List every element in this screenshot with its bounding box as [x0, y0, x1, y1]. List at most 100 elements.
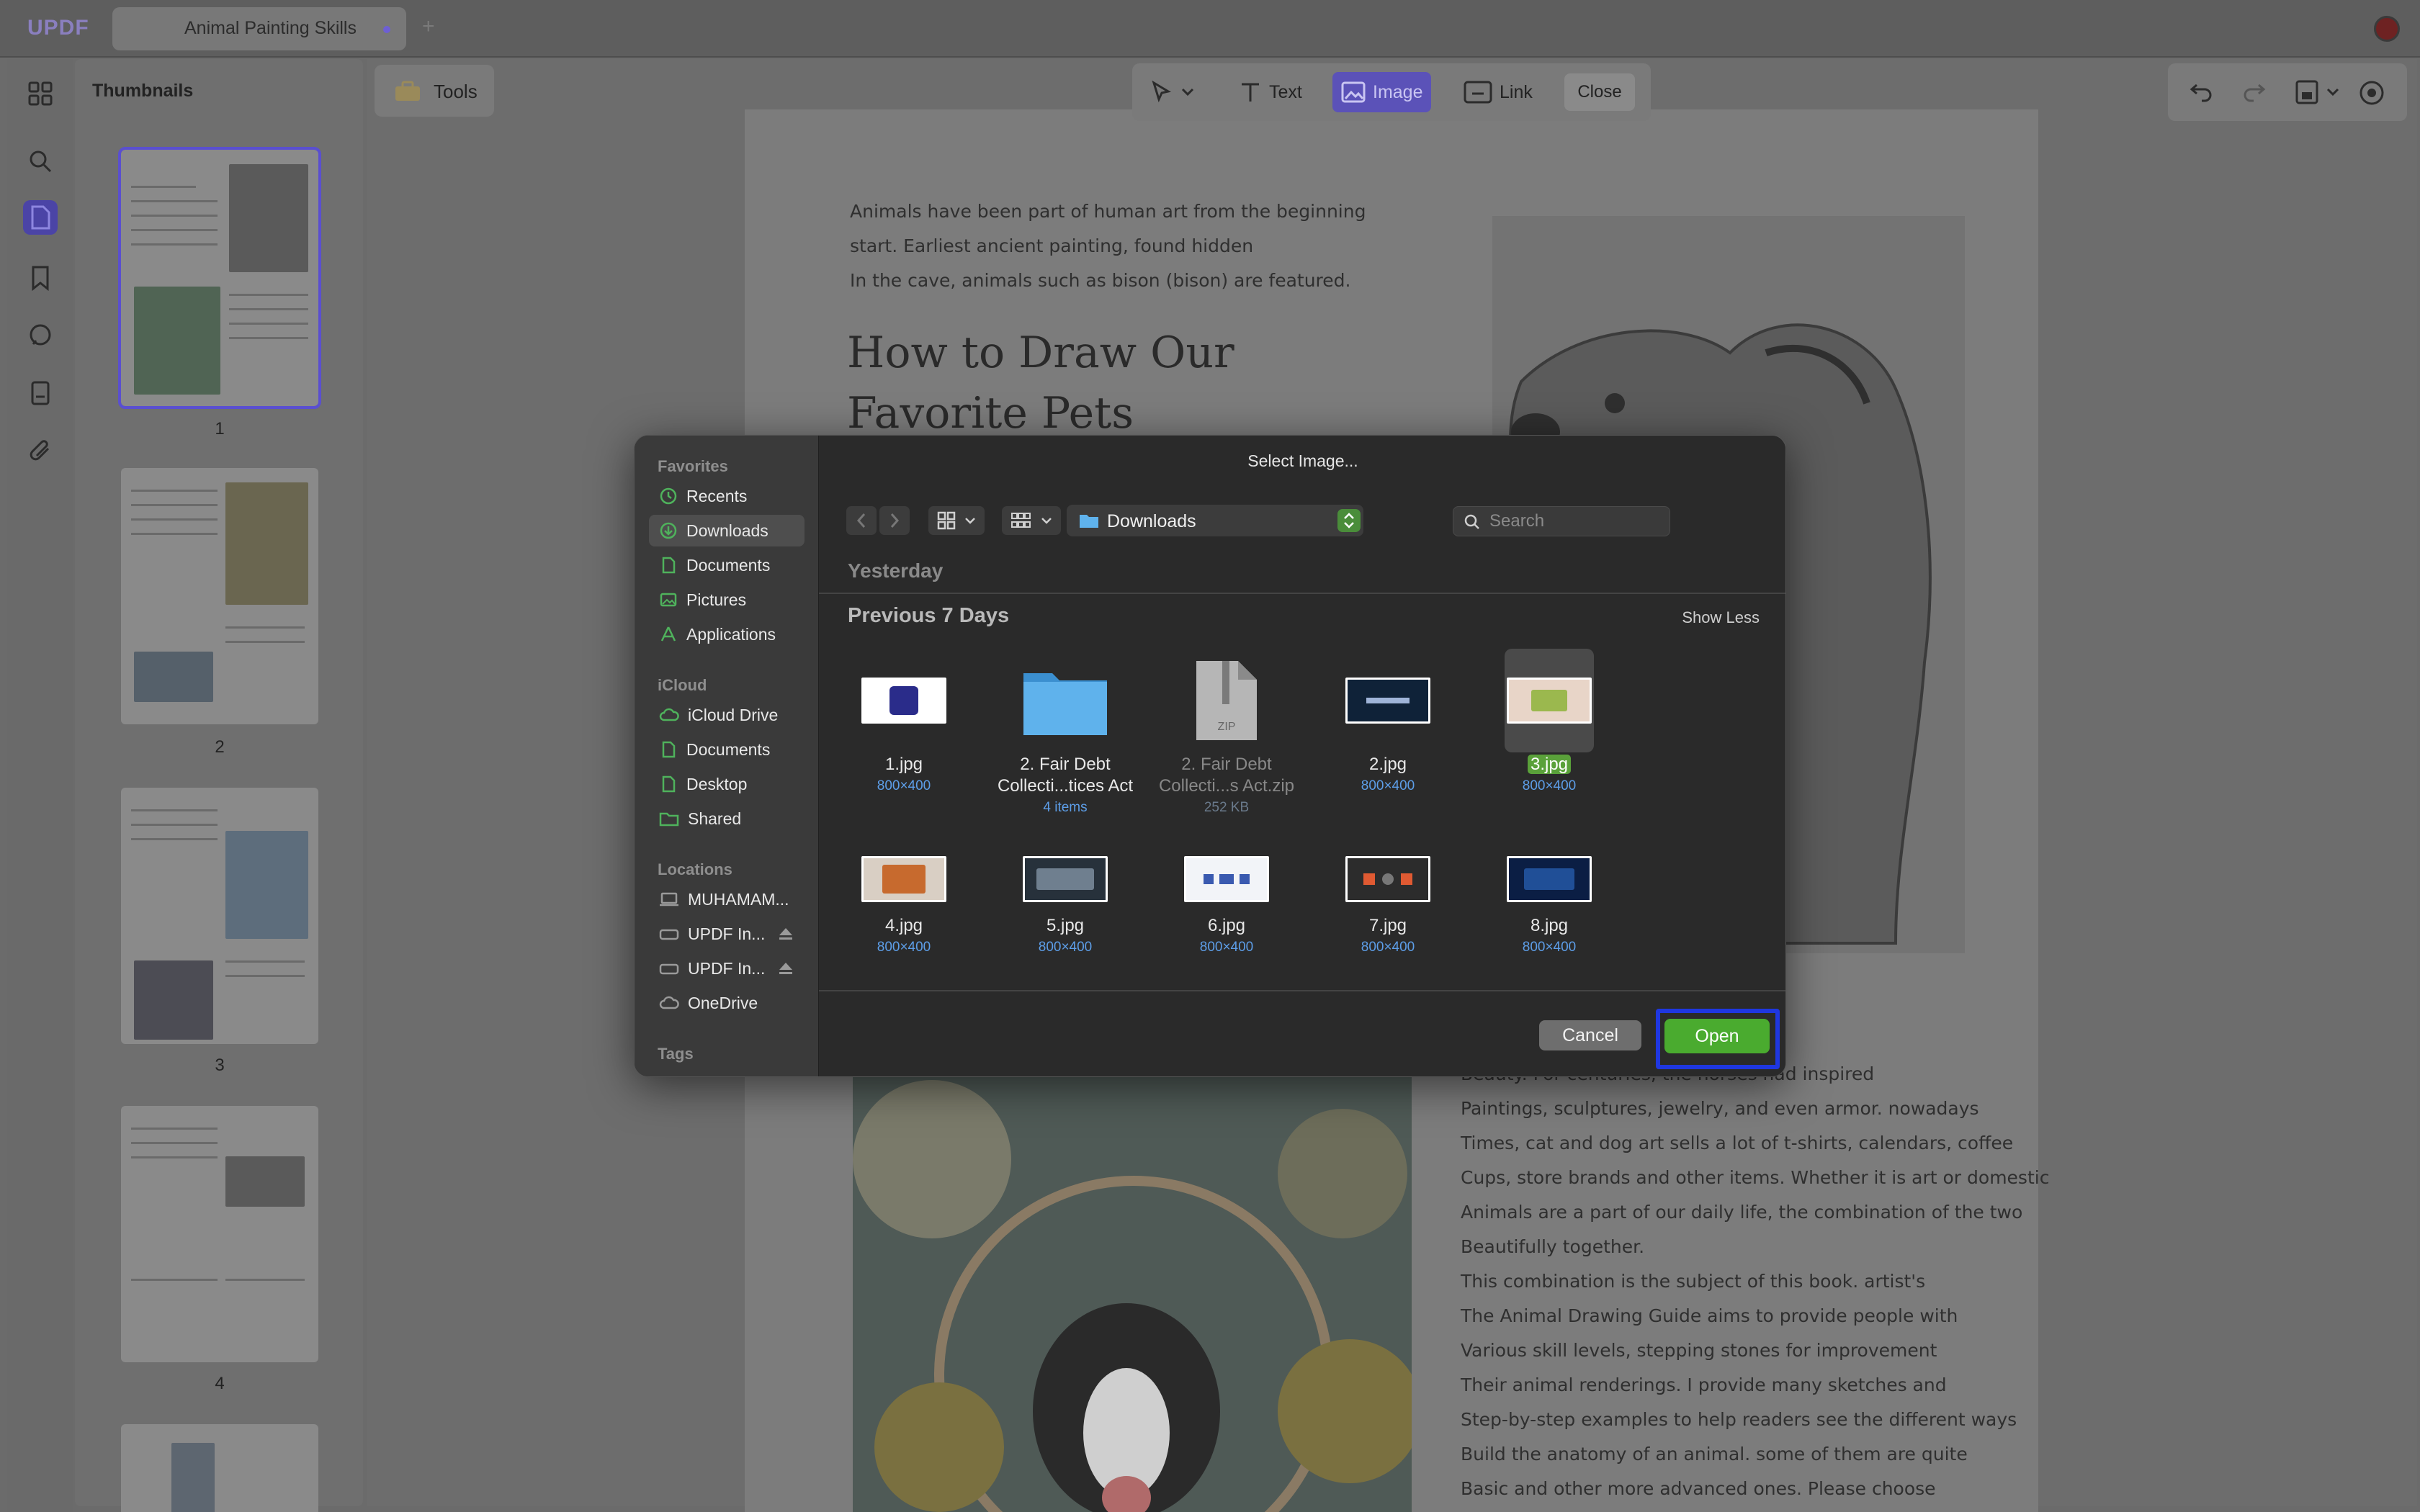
- folder-icon: [1021, 656, 1110, 745]
- document-icon: [662, 741, 676, 758]
- sidebar-item-recents[interactable]: Recents: [649, 480, 805, 512]
- text-tool-button[interactable]: Text: [1239, 72, 1302, 112]
- image-file-icon: [1505, 649, 1594, 752]
- page-thumbnail-5[interactable]: [121, 1424, 318, 1512]
- zip-file-icon: ZIP: [1182, 656, 1271, 745]
- sidebar-item-updf-volume-2[interactable]: UPDF In...: [649, 953, 805, 984]
- app-window: UPDF Animal Painting Skills + Thumbnails…: [0, 0, 2420, 1512]
- document-icon[interactable]: [23, 376, 58, 410]
- cancel-button[interactable]: Cancel: [1539, 1020, 1641, 1050]
- image-tool-button[interactable]: Image: [1332, 72, 1432, 112]
- locations-header: Locations: [658, 860, 732, 878]
- dog-embroidery-photo[interactable]: [853, 1073, 1412, 1512]
- disk-icon: [659, 929, 679, 940]
- chevron-left-icon: [856, 513, 866, 528]
- grid-icon[interactable]: [23, 76, 58, 111]
- sidebar-item-icloud-drive[interactable]: iCloud Drive: [649, 699, 805, 731]
- redo-icon[interactable]: [2241, 81, 2266, 102]
- dialog-sidebar: Favorites Recents Downloads Documents Pi…: [635, 436, 819, 1076]
- tools-button[interactable]: Tools: [375, 65, 494, 117]
- sidebar-item-applications[interactable]: Applications: [649, 618, 805, 650]
- page-thumbnail-4[interactable]: [121, 1106, 318, 1362]
- document-icon: [662, 557, 676, 574]
- document-tab-title: Animal Painting Skills: [184, 18, 357, 38]
- avatar[interactable]: [2374, 16, 2400, 42]
- forward-button[interactable]: [879, 506, 910, 535]
- search-input[interactable]: [1489, 511, 1662, 531]
- open-button[interactable]: Open: [1664, 1019, 1770, 1053]
- photo-icon: [660, 593, 677, 607]
- applications-icon: [660, 626, 676, 642]
- dialog-main: Select Image... Downloads Search Yesterd…: [819, 436, 1785, 1076]
- bookmark-icon[interactable]: [23, 261, 58, 295]
- group-by-button[interactable]: [1002, 506, 1061, 535]
- search-field[interactable]: [1453, 506, 1670, 536]
- clock-icon: [660, 487, 677, 505]
- sidebar-item-documents[interactable]: Documents: [649, 549, 805, 581]
- chevron-down-icon: [1041, 518, 1052, 524]
- image-file-icon: [1343, 656, 1433, 745]
- undo-icon[interactable]: [2190, 81, 2214, 102]
- text-icon: [1242, 83, 1259, 102]
- sidebar-item-desktop[interactable]: Desktop: [649, 768, 805, 800]
- sidebar-item-downloads[interactable]: Downloads: [649, 515, 805, 546]
- page-thumbnail-1[interactable]: [118, 147, 321, 409]
- new-tab-icon[interactable]: +: [422, 14, 435, 39]
- toolbox-icon: [395, 81, 420, 101]
- page-thumbnail-2[interactable]: [121, 468, 318, 724]
- favorites-header: Favorites: [658, 457, 728, 475]
- page-thumbnails-icon[interactable]: [23, 200, 58, 235]
- page-thumbnail-3[interactable]: [121, 788, 318, 1044]
- body-paragraph: s with style and style Beauty. For centu…: [1461, 1029, 2050, 1499]
- folder-icon: [1080, 515, 1098, 528]
- dialog-title: Select Image...: [1247, 451, 1358, 470]
- page-number: 3: [215, 1056, 225, 1075]
- image-file-icon: [859, 843, 949, 915]
- eject-icon[interactable]: [778, 927, 794, 941]
- sidebar-item-icloud-documents[interactable]: Documents: [649, 734, 805, 765]
- save-icon[interactable]: [2295, 79, 2319, 105]
- view-mode-button[interactable]: [928, 506, 985, 535]
- page-number: 1: [215, 419, 225, 438]
- footer-divider: [819, 990, 1785, 991]
- close-edit-button[interactable]: Close: [1564, 73, 1635, 111]
- search-icon[interactable]: [23, 144, 58, 179]
- image-file-icon: [1505, 843, 1594, 915]
- sidebar-item-updf-volume-1[interactable]: UPDF In...: [649, 918, 805, 950]
- page-number: 4: [215, 1374, 225, 1393]
- back-button[interactable]: [846, 506, 877, 535]
- sidebar-item-shared[interactable]: Shared: [649, 803, 805, 834]
- image-icon: [1341, 81, 1366, 103]
- image-file-icon: [1343, 843, 1433, 915]
- edit-toolbar: Text Image Link Close: [1132, 63, 1651, 121]
- desktop-icon: [662, 775, 676, 793]
- icloud-header: iCloud: [658, 676, 707, 694]
- up-down-chevron-icon: [1337, 509, 1361, 532]
- gallery-grid-icon: [1011, 513, 1031, 528]
- section-divider: [819, 593, 1785, 594]
- right-toolbar: [2168, 63, 2407, 121]
- chevron-down-icon[interactable]: [2326, 88, 2339, 96]
- ai-assistant-icon[interactable]: [2357, 78, 2387, 108]
- link-tool-button[interactable]: Link: [1464, 72, 1533, 112]
- attachment-icon[interactable]: [23, 433, 58, 468]
- location-dropdown[interactable]: Downloads: [1067, 505, 1363, 536]
- comment-icon[interactable]: [23, 318, 58, 353]
- left-rail: [7, 59, 73, 1512]
- tags-header: Tags: [658, 1045, 694, 1063]
- sidebar-item-onedrive[interactable]: OneDrive: [649, 987, 805, 1019]
- link-icon: [1464, 81, 1492, 104]
- title-bar: UPDF Animal Painting Skills +: [0, 0, 2420, 58]
- sidebar-item-pictures[interactable]: Pictures: [649, 584, 805, 616]
- image-file-icon: [859, 656, 949, 745]
- document-tab[interactable]: Animal Painting Skills: [112, 7, 406, 50]
- unsaved-dot-icon: [383, 26, 390, 33]
- app-logo: UPDF: [27, 16, 89, 40]
- sidebar-item-computer[interactable]: MUHAMAM...: [649, 883, 805, 915]
- section-yesterday: Yesterday: [848, 559, 944, 582]
- cloud-icon: [659, 708, 679, 721]
- select-tool-button[interactable]: [1150, 72, 1194, 112]
- eject-icon[interactable]: [778, 961, 794, 976]
- thumbnails-panel: Thumbnails 1 2 3 4: [75, 59, 363, 1512]
- show-less-link[interactable]: Show Less: [1682, 608, 1760, 627]
